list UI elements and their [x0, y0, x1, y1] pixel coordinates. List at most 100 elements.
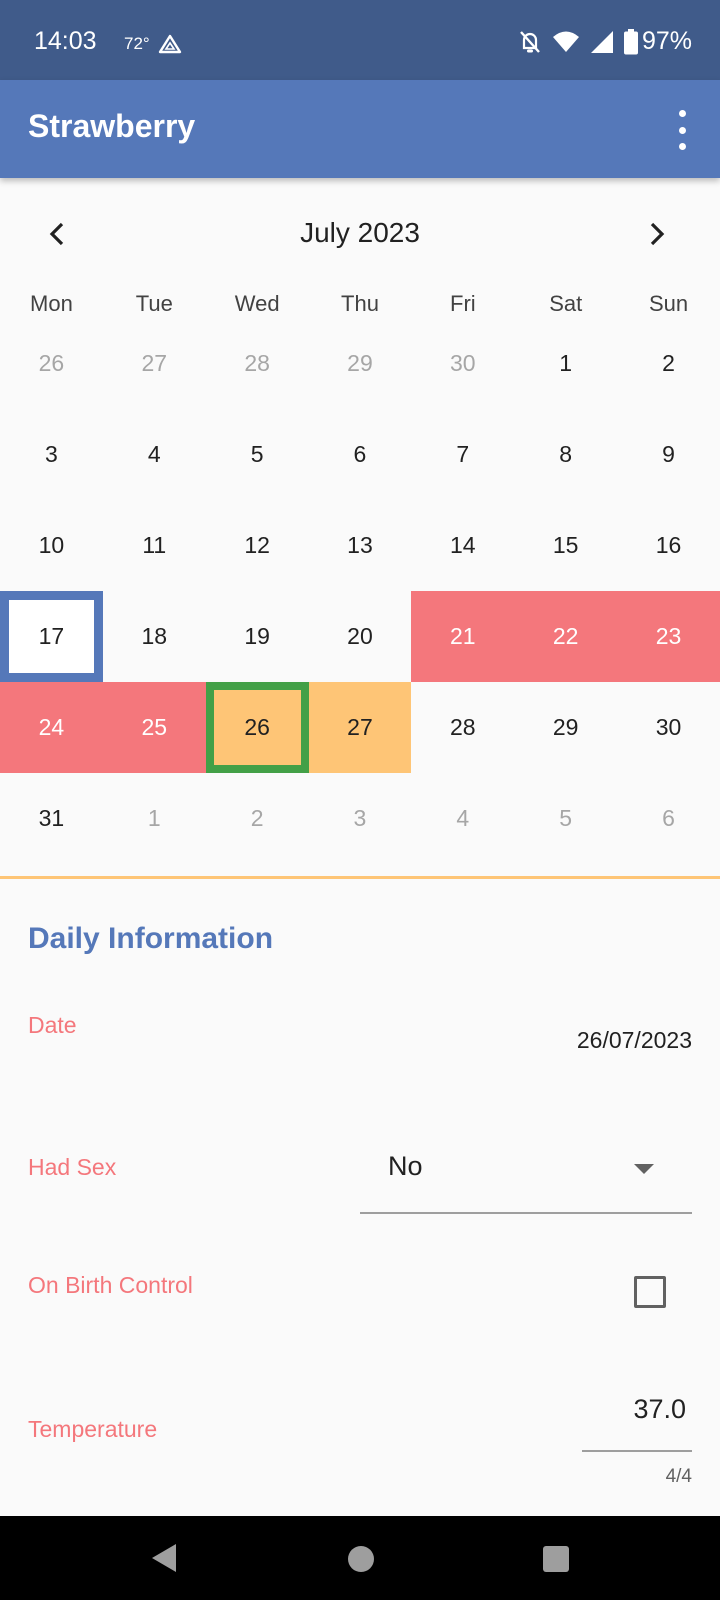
chevron-right-icon[interactable]: [642, 216, 672, 252]
system-nav-bar: [0, 1516, 720, 1600]
calendar-day-number: 12: [244, 532, 270, 558]
calendar-day-number: 28: [450, 714, 476, 740]
calendar-day-cell[interactable]: 29: [309, 318, 412, 409]
calendar-day-cell[interactable]: 27: [308, 682, 412, 773]
calendar-day-number: 21: [450, 623, 476, 649]
wifi-icon: [552, 31, 579, 52]
status-temperature: 72°: [124, 34, 150, 53]
calendar-day-cell[interactable]: 7: [411, 409, 514, 500]
calendar-day-cell[interactable]: 19: [206, 591, 309, 682]
recents-icon[interactable]: [543, 1546, 569, 1572]
calendar-day-number: 27: [141, 350, 168, 376]
calendar-day-cell[interactable]: 26: [0, 318, 103, 409]
calendar-day-cell[interactable]: 9: [617, 409, 720, 500]
signal-icon: [590, 30, 613, 53]
temperature-input[interactable]: 37.0: [582, 1382, 692, 1452]
calendar-day-cell[interactable]: 27: [103, 318, 206, 409]
calendar-day-number: 9: [662, 441, 675, 467]
calendar-day-number: 11: [142, 532, 167, 558]
had-sex-dropdown[interactable]: No: [360, 1138, 692, 1214]
calendar-day-cell[interactable]: 28: [411, 682, 514, 773]
calendar-week-row: 17 18 19 20 21 22 23: [0, 591, 720, 682]
calendar-day-number: 1: [147, 805, 161, 831]
calendar-day-number: 31: [38, 805, 65, 831]
calendar-day-number: 20: [347, 623, 373, 649]
calendar-day-number: 24: [38, 714, 65, 740]
back-icon[interactable]: [150, 1542, 180, 1574]
calendar-day-cell[interactable]: 31: [0, 773, 103, 864]
more-vert-icon[interactable]: [670, 110, 694, 150]
calendar-day-cell[interactable]: 5: [206, 409, 309, 500]
app-bar: Strawberry: [0, 80, 720, 178]
calendar-day-number: 1: [559, 350, 573, 376]
calendar-day-cell[interactable]: 3: [309, 773, 412, 864]
calendar-day-cell[interactable]: 29: [514, 682, 617, 773]
birth-control-checkbox[interactable]: [634, 1276, 666, 1308]
calendar-day-cell[interactable]: 30: [617, 682, 720, 773]
calendar-day-cell[interactable]: 20: [309, 591, 412, 682]
had-sex-value: No: [388, 1151, 423, 1181]
calendar-day-number: 6: [353, 441, 367, 467]
calendar-week-row: 26 27 28 29 30 1 2: [0, 318, 720, 409]
calendar-divider: [0, 876, 720, 879]
calendar-header: July 2023: [0, 200, 720, 270]
calendar-day-cell[interactable]: 5: [514, 773, 617, 864]
calendar-day-cell[interactable]: 25: [102, 682, 206, 773]
calendar-day-cell[interactable]: 8: [514, 409, 617, 500]
calendar-day-cell[interactable]: 6: [309, 409, 412, 500]
calendar-day-cell[interactable]: 21: [411, 591, 515, 682]
calendar-day-number: 2: [250, 805, 264, 831]
calendar-day-number: 5: [559, 805, 573, 831]
calendar-day-cell[interactable]: 2: [206, 773, 309, 864]
calendar-day-number: 30: [655, 714, 682, 740]
home-icon[interactable]: [348, 1546, 374, 1572]
calendar-day-cell[interactable]: 12: [206, 500, 309, 591]
calendar-day-cell[interactable]: 28: [206, 318, 309, 409]
calendar-day-number: 26: [38, 350, 65, 376]
calendar-day-number: 30: [450, 350, 476, 376]
dropdown-arrow-icon: [634, 1164, 654, 1174]
calendar-day-cell[interactable]: 16: [617, 500, 720, 591]
calendar-day-number: 27: [347, 714, 373, 740]
calendar-day-cell[interactable]: 11: [103, 500, 206, 591]
calendar-day-number: 28: [244, 350, 270, 376]
calendar-day-cell[interactable]: 4: [411, 773, 514, 864]
calendar-day-cell[interactable]: 13: [309, 500, 412, 591]
calendar-day-cell[interactable]: 14: [411, 500, 514, 591]
calendar-day-cell[interactable]: 1: [514, 318, 617, 409]
calendar-day-number: 3: [353, 805, 367, 831]
calendar-day-cell[interactable]: 24: [0, 682, 103, 773]
calendar-day-cell[interactable]: 15: [514, 500, 617, 591]
date-value[interactable]: 26/07/2023: [577, 1027, 692, 1054]
calendar-day-number: 29: [552, 714, 579, 740]
calendar-day-cell[interactable]: 4: [103, 409, 206, 500]
calendar-day-number: 3: [45, 441, 58, 467]
calendar-day-cell[interactable]: 6: [617, 773, 720, 864]
calendar-day-number: 5: [250, 441, 264, 467]
calendar-day-number: 4: [147, 441, 161, 467]
calendar-day-cell[interactable]: 3: [0, 409, 103, 500]
calendar-day-cell[interactable]: 18: [103, 591, 206, 682]
calendar-day-cell[interactable]: 2: [617, 318, 720, 409]
calendar-day-number: 16: [655, 532, 682, 558]
status-time: 14:03: [34, 27, 97, 55]
app-title: Strawberry: [28, 108, 196, 144]
calendar-day-cell[interactable]: 30: [411, 318, 514, 409]
calendar-day-number: 8: [559, 441, 573, 467]
calendar-day-number: 6: [662, 805, 675, 831]
calendar-day-number: 18: [141, 623, 168, 649]
calendar-day-number: 2: [662, 350, 675, 376]
calendar-day-number: 23: [655, 623, 682, 649]
calendar-day-cell[interactable]: 17: [0, 591, 103, 682]
calendar-day-cell[interactable]: 26: [205, 682, 309, 773]
birth-control-label: On Birth Control: [28, 1272, 193, 1298]
calendar-day-cell[interactable]: 10: [0, 500, 103, 591]
calendar-week-row: 31 1 2 3 4 5 6: [0, 773, 720, 864]
calendar-day-cell[interactable]: 23: [617, 591, 720, 682]
calendar-day-cell[interactable]: 22: [514, 591, 618, 682]
calendar-day-cell[interactable]: 1: [103, 773, 206, 864]
calendar-day-number: 17: [38, 623, 65, 649]
status-bar: 14:03 72° 97%: [0, 0, 720, 80]
calendar-day-number: 7: [456, 441, 470, 467]
month-label: July 2023: [300, 217, 420, 248]
